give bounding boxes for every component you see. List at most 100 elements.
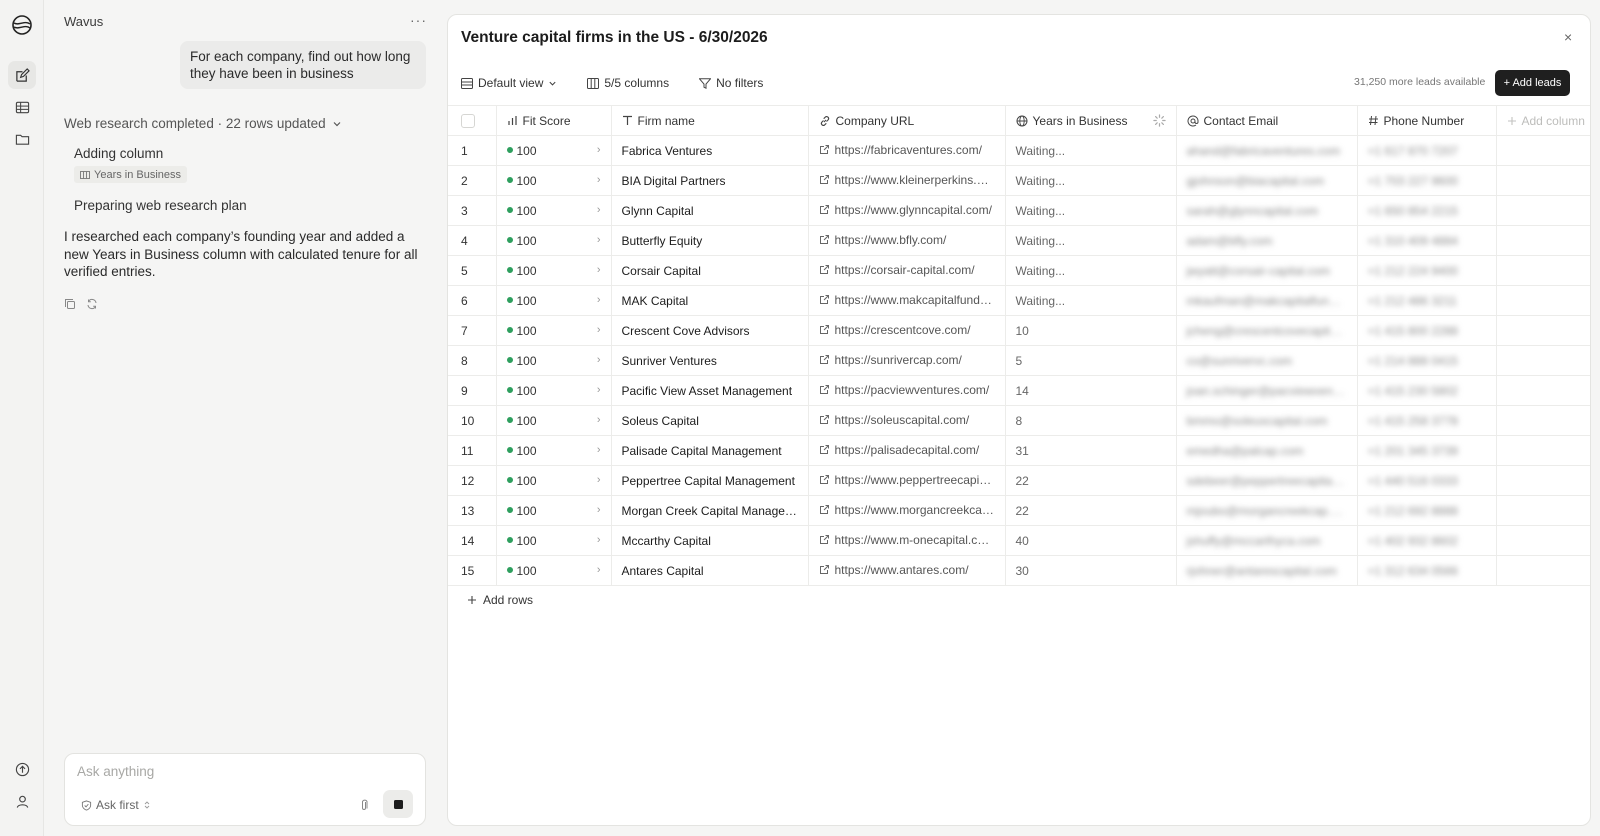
chevron-right-icon[interactable]: ›: [597, 144, 601, 156]
company-url-cell[interactable]: https://www.m-onecapital.com/: [808, 525, 1006, 556]
contact-email-cell[interactable]: bmmo@soleuscapital.com: [1176, 405, 1358, 436]
view-selector[interactable]: Default view: [461, 76, 557, 90]
company-url-link[interactable]: https://www.glynncapital.com/: [835, 203, 992, 217]
fit-score-cell[interactable]: 100 ›: [496, 345, 612, 376]
firm-name-cell[interactable]: Soleus Capital: [611, 405, 809, 436]
chevron-right-icon[interactable]: ›: [597, 444, 601, 456]
new-chat-icon[interactable]: [8, 61, 36, 89]
years-in-business-cell[interactable]: Waiting...: [1005, 255, 1177, 286]
firm-name-cell[interactable]: Butterfly Equity: [611, 225, 809, 256]
column-header-firm-name[interactable]: Firm name: [611, 105, 809, 136]
contact-email-cell[interactable]: co@sunrivervc.com: [1176, 345, 1358, 376]
table-row[interactable]: 5 100 › Corsair Capital https://corsair-capi…: [448, 255, 1590, 286]
composer-input[interactable]: Ask anything: [77, 764, 154, 779]
contact-email-cell[interactable]: jcheng@crescentcovecapital.com: [1176, 315, 1358, 346]
table-row[interactable]: 9 100 › Pacific View Asset Management https:…: [448, 375, 1590, 406]
close-icon[interactable]: ×: [1564, 29, 1572, 45]
regenerate-icon[interactable]: [86, 298, 98, 310]
company-url-cell[interactable]: https://www.antares.com/: [808, 555, 1006, 586]
company-url-link[interactable]: https://sunrivercap.com/: [835, 353, 962, 367]
years-in-business-cell[interactable]: 30: [1005, 555, 1177, 586]
firm-name-cell[interactable]: Pacific View Asset Management: [611, 375, 809, 406]
chat-composer[interactable]: Ask anything Ask first: [64, 753, 426, 826]
phone-number-cell[interactable]: +1 212 486 3211: [1357, 285, 1497, 316]
company-url-link[interactable]: https://www.morgancreekcap.com/: [835, 503, 1005, 517]
years-in-business-cell[interactable]: 22: [1005, 495, 1177, 526]
firm-name-cell[interactable]: Morgan Creek Capital Management: [611, 495, 809, 526]
company-url-cell[interactable]: https://www.glynncapital.com/: [808, 195, 1006, 226]
select-all-checkbox[interactable]: [461, 113, 475, 128]
company-url-link[interactable]: https://palisadecapital.com/: [835, 443, 980, 457]
phone-number-cell[interactable]: +1 212 224 9400: [1357, 255, 1497, 286]
column-header-company-url[interactable]: Company URL: [808, 105, 1006, 136]
phone-number-cell[interactable]: +1 703 227 9600: [1357, 165, 1497, 196]
columns-button[interactable]: 5/5 columns: [587, 76, 669, 90]
company-url-link[interactable]: https://corsair-capital.com/: [835, 263, 975, 277]
company-url-cell[interactable]: https://corsair-capital.com/: [808, 255, 1006, 286]
contact-email-cell[interactable]: mjoubo@morgancreekcap.com: [1176, 495, 1358, 526]
add-rows-button[interactable]: Add rows: [467, 593, 533, 607]
chevron-right-icon[interactable]: ›: [597, 504, 601, 516]
fit-score-cell[interactable]: 100 ›: [496, 135, 612, 166]
chevron-right-icon[interactable]: ›: [597, 204, 601, 216]
phone-number-cell[interactable]: +1 415 230 5802: [1357, 375, 1497, 406]
phone-number-cell[interactable]: +1 201 345 3739: [1357, 435, 1497, 466]
fit-score-cell[interactable]: 100 ›: [496, 225, 612, 256]
chevron-right-icon[interactable]: ›: [597, 384, 601, 396]
firm-name-cell[interactable]: Antares Capital: [611, 555, 809, 586]
table-row[interactable]: 14 100 › Mccarthy Capital https://www.m-onec…: [448, 525, 1590, 556]
years-in-business-cell[interactable]: Waiting...: [1005, 195, 1177, 226]
table-row[interactable]: 4 100 › Butterfly Equity https://www.bfly.co…: [448, 225, 1590, 256]
company-url-link[interactable]: https://fabricaventures.com/: [835, 143, 982, 157]
fit-score-cell[interactable]: 100 ›: [496, 465, 612, 496]
firm-name-cell[interactable]: MAK Capital: [611, 285, 809, 316]
phone-number-cell[interactable]: +1 617 870 7207: [1357, 135, 1497, 166]
phone-number-cell[interactable]: +1 415 800 2288: [1357, 315, 1497, 346]
firm-name-cell[interactable]: Glynn Capital: [611, 195, 809, 226]
years-in-business-cell[interactable]: 5: [1005, 345, 1177, 376]
company-url-link[interactable]: https://soleuscapital.com/: [835, 413, 970, 427]
chevron-right-icon[interactable]: ›: [597, 354, 601, 366]
table-row[interactable]: 1 100 › Fabrica Ventures https://fabricavent…: [448, 135, 1590, 166]
chevron-right-icon[interactable]: ›: [597, 474, 601, 486]
contact-email-cell[interactable]: joan.schinger@pacviewventures.com: [1176, 375, 1358, 406]
firm-name-cell[interactable]: Fabrica Ventures: [611, 135, 809, 166]
stop-button[interactable]: [383, 790, 413, 818]
fit-score-cell[interactable]: 100 ›: [496, 405, 612, 436]
folder-icon[interactable]: [8, 125, 36, 153]
chevron-right-icon[interactable]: ›: [597, 264, 601, 276]
chevron-right-icon[interactable]: ›: [597, 234, 601, 246]
company-url-cell[interactable]: https://www.bfly.com/: [808, 225, 1006, 256]
fit-score-cell[interactable]: 100 ›: [496, 315, 612, 346]
contact-email-cell[interactable]: jwyatt@corsair-capital.com: [1176, 255, 1358, 286]
contact-email-cell[interactable]: emedha@palcap.com: [1176, 435, 1358, 466]
fit-score-cell[interactable]: 100 ›: [496, 495, 612, 526]
research-status[interactable]: Web research completed · 22 rows updated: [64, 116, 342, 131]
company-url-cell[interactable]: https://pacviewventures.com/: [808, 375, 1006, 406]
years-in-business-cell[interactable]: Waiting...: [1005, 165, 1177, 196]
table-row[interactable]: 12 100 › Peppertree Capital Management https…: [448, 465, 1590, 496]
contact-email-cell[interactable]: gjohnson@biacapital.com: [1176, 165, 1358, 196]
firm-name-cell[interactable]: Crescent Cove Advisors: [611, 315, 809, 346]
contact-email-cell[interactable]: rjohner@antarescapital.com: [1176, 555, 1358, 586]
phone-number-cell[interactable]: +1 415 258 3778: [1357, 405, 1497, 436]
company-url-cell[interactable]: https://sunrivercap.com/: [808, 345, 1006, 376]
years-in-business-cell[interactable]: Waiting...: [1005, 225, 1177, 256]
copy-icon[interactable]: [64, 298, 76, 310]
chevron-right-icon[interactable]: ›: [597, 534, 601, 546]
table-row[interactable]: 3 100 › Glynn Capital https://www.glynncapit…: [448, 195, 1590, 226]
company-url-cell[interactable]: https://crescentcove.com/: [808, 315, 1006, 346]
column-header-years-in-business[interactable]: Years in Business: [1005, 105, 1177, 136]
upgrade-icon[interactable]: [8, 755, 36, 783]
add-leads-button[interactable]: + Add leads: [1495, 70, 1570, 96]
company-url-link[interactable]: https://www.kleinerperkins.com/: [835, 173, 1003, 187]
table-row[interactable]: 13 100 › Morgan Creek Capital Management htt…: [448, 495, 1590, 526]
phone-number-cell[interactable]: +1 212 692 8888: [1357, 495, 1497, 526]
fit-score-cell[interactable]: 100 ›: [496, 165, 612, 196]
fit-score-cell[interactable]: 100 ›: [496, 255, 612, 286]
fit-score-cell[interactable]: 100 ›: [496, 195, 612, 226]
company-url-link[interactable]: https://www.bfly.com/: [835, 233, 947, 247]
chevron-right-icon[interactable]: ›: [597, 294, 601, 306]
firm-name-cell[interactable]: Sunriver Ventures: [611, 345, 809, 376]
table-row[interactable]: 15 100 › Antares Capital https://www.antares…: [448, 555, 1590, 586]
